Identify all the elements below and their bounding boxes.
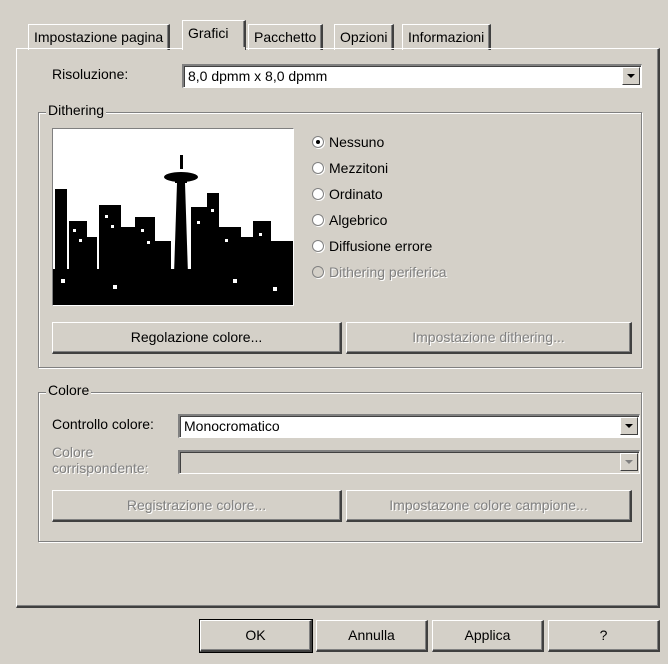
tab-impostazione-pagina[interactable]: Impostazione pagina bbox=[28, 24, 171, 50]
dithering-group-label: Dithering bbox=[46, 102, 107, 118]
dithering-preview-image bbox=[52, 128, 294, 306]
cancel-button[interactable]: Annulla bbox=[316, 620, 428, 652]
tab-pacchetto[interactable]: Pacchetto bbox=[248, 24, 324, 50]
sample-color-button: Impostazone colore campione... bbox=[346, 490, 632, 522]
seattle-skyline-icon bbox=[53, 129, 293, 305]
apply-button[interactable]: Applica bbox=[432, 620, 544, 652]
resolution-label: Risoluzione: bbox=[52, 66, 129, 82]
register-color-button: Registrazione colore... bbox=[52, 490, 342, 522]
color-control-value: Monocromatico bbox=[184, 418, 280, 434]
color-match-select bbox=[178, 450, 640, 474]
resolution-select[interactable]: 8,0 dpmm x 8,0 dpmm bbox=[182, 64, 642, 88]
help-button[interactable]: ? bbox=[548, 620, 660, 652]
tab-opzioni[interactable]: Opzioni bbox=[334, 24, 395, 50]
color-group-label: Colore bbox=[46, 382, 92, 398]
resolution-value: 8,0 dpmm x 8,0 dpmm bbox=[188, 68, 328, 84]
color-match-label: Colore corrispondente: bbox=[52, 444, 149, 476]
color-control-select[interactable]: Monocromatico bbox=[178, 414, 640, 438]
tab-grafici[interactable]: Grafici bbox=[182, 20, 246, 50]
color-adjust-button[interactable]: Regolazione colore... bbox=[52, 322, 342, 354]
dithering-setup-button: Impostazione dithering... bbox=[346, 322, 632, 354]
color-control-label: Controllo colore: bbox=[52, 416, 154, 432]
chevron-down-icon[interactable] bbox=[622, 67, 640, 85]
chevron-down-icon[interactable] bbox=[620, 417, 638, 435]
tab-informazioni[interactable]: Informazioni bbox=[402, 24, 492, 50]
chevron-down-icon bbox=[620, 453, 638, 471]
ok-button[interactable]: OK bbox=[199, 619, 313, 653]
